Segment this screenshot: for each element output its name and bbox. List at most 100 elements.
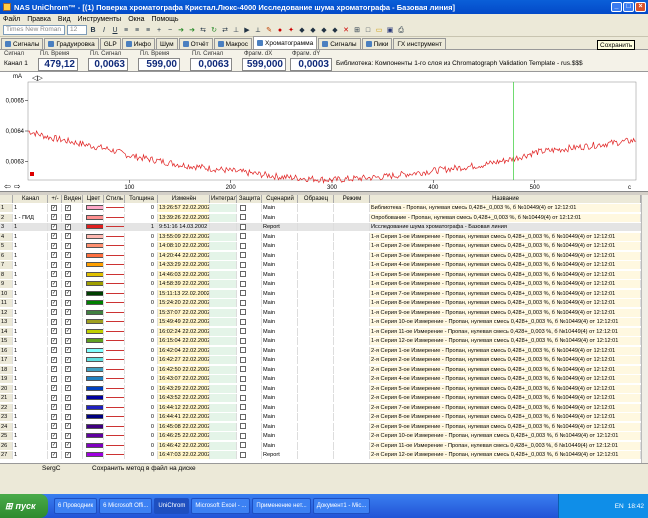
color-swatch[interactable] [83,232,104,241]
bold-icon[interactable]: B [88,25,98,35]
table-row[interactable]: 19 1 ✓ ✓ 0 16:43:07 22.02.2002 Main 2-я Серия 4… [0,375,641,383]
menu-help[interactable]: Помощь [151,16,178,23]
visible-checkbox[interactable]: ✓ [62,451,83,459]
close-button[interactable]: × [635,2,646,12]
swap-icon[interactable]: ⇄ [220,25,230,35]
row-toggle-checkbox[interactable]: ✓ [48,261,62,269]
row-toggle-checkbox[interactable]: ✓ [48,280,62,288]
tab-macro[interactable]: Макрос [213,38,253,49]
visible-checkbox[interactable]: ✓ [62,213,83,222]
visible-checkbox[interactable]: ✓ [62,432,83,440]
protect-checkbox[interactable] [237,394,262,402]
open-file-icon[interactable]: ▭ [374,25,384,35]
taskbar-item-excel[interactable]: Microsoft Excel - ... [191,498,251,514]
table-row[interactable]: 23 1 ✓ ✓ 0 16:44:41 22.02.2002 Main 2-я Серия 8… [0,413,641,421]
line-style[interactable] [104,327,125,336]
protect-checkbox[interactable] [237,289,262,298]
table-row[interactable]: 10 1 ✓ ✓ 0 15:11:13 22.02.2002 Main 1-я Серия 7… [0,289,641,298]
minimize-button[interactable]: _ [611,2,622,12]
color-swatch[interactable] [83,441,104,450]
protect-checkbox[interactable] [237,375,262,383]
underline-icon[interactable]: U [110,25,120,35]
col-name-header[interactable]: Название [370,195,641,203]
protect-checkbox[interactable] [237,242,262,250]
cursor-down-icon[interactable]: ◆ [330,25,340,35]
row-toggle-checkbox[interactable]: ✓ [48,422,62,431]
line-style[interactable] [104,375,125,383]
row-toggle-checkbox[interactable]: ✓ [48,223,62,231]
protect-checkbox[interactable] [237,365,262,374]
row-toggle-checkbox[interactable]: ✓ [48,308,62,317]
color-swatch[interactable] [83,299,104,307]
align-left-icon[interactable]: ≡ [121,25,131,35]
visible-checkbox[interactable]: ✓ [62,261,83,269]
table-row[interactable]: 22 1 ✓ ✓ 0 16:44:12 22.02.2002 Main 2-я Серия 7… [0,403,641,412]
table-row[interactable]: 21 1 ✓ ✓ 0 16:43:52 22.02.2002 Main 2-я Серия 6… [0,394,641,402]
line-style[interactable] [104,337,125,345]
row-toggle-checkbox[interactable]: ✓ [48,299,62,307]
play-icon[interactable]: ▶ [242,25,252,35]
visible-checkbox[interactable]: ✓ [62,384,83,393]
table-row[interactable]: 13 1 ✓ ✓ 0 15:49:49 22.02.2002 Main 1-я Серия 1… [0,318,641,326]
visible-checkbox[interactable]: ✓ [62,308,83,317]
visible-checkbox[interactable]: ✓ [62,299,83,307]
row-toggle-checkbox[interactable]: ✓ [48,232,62,241]
italic-icon[interactable]: I [99,25,109,35]
menu-view[interactable]: Вид [58,16,71,23]
arrow-right-icon[interactable]: ➜ [176,25,186,35]
line-style[interactable] [104,394,125,402]
table-row[interactable]: 15 1 ✓ ✓ 0 16:15:04 22.02.2002 Main 1-я Серия 1… [0,337,641,345]
protect-checkbox[interactable] [237,346,262,355]
arrow-right-icon-2[interactable]: ➜ [187,25,197,35]
protect-checkbox[interactable] [237,403,262,412]
row-toggle-checkbox[interactable]: ✓ [48,251,62,260]
row-toggle-checkbox[interactable]: ✓ [48,337,62,345]
tab-report[interactable]: Отчёт [178,38,213,49]
protect-checkbox[interactable] [237,270,262,279]
line-style[interactable] [104,204,125,212]
print-icon[interactable]: ⎙ [396,25,406,35]
col-visible-header[interactable]: Виден [62,195,83,203]
visible-checkbox[interactable]: ✓ [62,422,83,431]
align-right-icon[interactable]: ≡ [143,25,153,35]
color-swatch[interactable] [83,422,104,431]
color-swatch[interactable] [83,251,104,260]
row-toggle-checkbox[interactable]: ✓ [48,375,62,383]
line-style[interactable] [104,280,125,288]
font-size-select[interactable]: 12 [67,25,87,35]
protect-checkbox[interactable] [237,261,262,269]
visible-checkbox[interactable]: ✓ [62,223,83,231]
color-swatch[interactable] [83,403,104,412]
visible-checkbox[interactable]: ✓ [62,318,83,326]
row-toggle-checkbox[interactable]: ✓ [48,327,62,336]
col-plusminus-header[interactable]: +/- [48,195,62,203]
table-row[interactable]: 16 1 ✓ ✓ 0 16:42:04 22.02.2002 Main 2-я Серия 1… [0,346,641,355]
col-protect-header[interactable]: Защита [237,195,262,203]
color-swatch[interactable] [83,308,104,317]
line-style[interactable] [104,356,125,364]
row-toggle-checkbox[interactable]: ✓ [48,365,62,374]
taskbar-item-explorer[interactable]: 6 Проводник [54,498,98,514]
row-toggle-checkbox[interactable]: ✓ [48,242,62,250]
maximize-button[interactable]: □ [623,2,634,12]
color-swatch[interactable] [83,451,104,459]
row-toggle-checkbox[interactable]: ✓ [48,318,62,326]
protect-checkbox[interactable] [237,299,262,307]
table-row[interactable]: 25 1 ✓ ✓ 0 16:46:25 22.02.2002 Main 2-я Серия 1… [0,432,641,440]
color-swatch[interactable] [83,318,104,326]
color-swatch[interactable] [83,289,104,298]
color-swatch[interactable] [83,242,104,250]
table-row[interactable]: 17 1 ✓ ✓ 0 16:42:27 22.02.2002 Main 2-я Серия 2… [0,356,641,364]
line-style[interactable] [104,422,125,431]
col-color-header[interactable]: Цвет [83,195,104,203]
color-swatch[interactable] [83,356,104,364]
row-toggle-checkbox[interactable]: ✓ [48,451,62,459]
line-style[interactable] [104,232,125,241]
table-row[interactable]: 4 1 ✓ ✓ 0 13:55:09 22.02.2002 Main 1-я Серия 1-… [0,232,641,241]
taskbar-item-unichrom[interactable]: UniChrom [154,498,190,514]
visible-checkbox[interactable]: ✓ [62,280,83,288]
language-indicator[interactable]: EN [615,503,624,510]
row-toggle-checkbox[interactable]: ✓ [48,384,62,393]
color-swatch[interactable] [83,432,104,440]
line-style[interactable] [104,213,125,222]
